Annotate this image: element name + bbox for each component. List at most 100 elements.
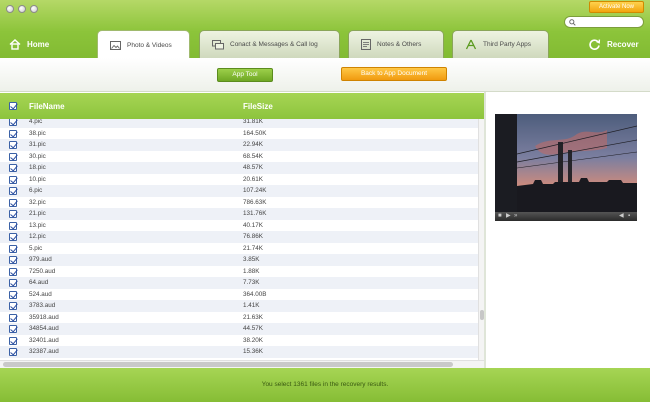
tab-third-party-apps[interactable]: Third Party Apps [452, 30, 549, 58]
file-size: 21.63K [243, 313, 263, 321]
table-row[interactable]: 979.aud 3.85K [0, 254, 478, 266]
row-checkbox[interactable] [9, 164, 17, 172]
recover-button[interactable]: Recover [582, 30, 650, 58]
row-checkbox[interactable] [9, 244, 17, 253]
photo-icon [110, 40, 121, 50]
file-size: 164.50K [243, 129, 267, 137]
pane-divider [484, 92, 486, 368]
file-name: 18.pic [29, 164, 46, 171]
toolbar [0, 58, 650, 92]
horizontal-scrollbar[interactable] [0, 360, 484, 368]
forward-icon[interactable]: » [514, 213, 517, 220]
file-size: 44.57K [243, 325, 263, 332]
tab-contacts-messages[interactable]: Conact & Messages & Call log [199, 30, 340, 58]
table-row[interactable]: 18.pic 48.57K [0, 162, 478, 174]
row-checkbox[interactable] [9, 290, 17, 299]
table-row[interactable]: 10.pic 20.61K [0, 173, 478, 185]
file-size: 1.41K [243, 302, 260, 309]
search-input[interactable] [564, 16, 644, 28]
file-name: 6.pic [29, 187, 43, 194]
column-filesize[interactable]: FileSize [243, 102, 273, 111]
top-header: Activate Now Home Photo & Videos Conact … [0, 0, 650, 59]
file-size: 48.57K [243, 164, 263, 171]
row-checkbox[interactable] [9, 325, 17, 333]
close-window-icon[interactable] [6, 5, 14, 13]
file-size: 68.54K [243, 152, 263, 160]
tab-label: Photo & Videos [127, 41, 172, 49]
file-size: 107.24K [243, 187, 267, 194]
tab-label: Notes & Others [377, 41, 422, 48]
table-row[interactable]: 64.aud 7.73K [0, 277, 478, 289]
row-checkbox[interactable] [9, 221, 17, 230]
column-filename[interactable]: FileName [29, 102, 65, 111]
file-name: 32387.aud [29, 348, 59, 355]
table-row[interactable]: 32401.aud 38.20K [0, 334, 478, 346]
row-checkbox[interactable] [9, 256, 17, 264]
table-row[interactable]: 32.pic 786.63K [0, 196, 478, 208]
zoom-window-icon[interactable] [30, 5, 38, 13]
file-name: 979.aud [29, 256, 52, 263]
table-row[interactable]: 30.pic 68.54K [0, 150, 478, 162]
home-label: Home [27, 39, 50, 49]
file-name: 21.pic [29, 210, 46, 217]
table-row[interactable]: 34854.aud 44.57K [0, 323, 478, 335]
row-checkbox[interactable] [9, 313, 17, 322]
table-row[interactable]: 35918.aud 21.63K [0, 311, 478, 323]
table-row[interactable]: 32387.aud 15.36K [0, 346, 478, 358]
horizontal-scroll-thumb[interactable] [3, 362, 453, 367]
file-name: 32401.aud [29, 336, 59, 344]
stop-icon[interactable]: ■ [498, 213, 502, 220]
table-row[interactable]: 38.pic 164.50K [0, 127, 478, 139]
back-to-app-document-button[interactable]: Back to App Document [341, 67, 447, 81]
video-preview[interactable]: ■ ▶ » ◀ ▪ [495, 114, 637, 221]
select-all-checkbox[interactable] [9, 102, 17, 110]
row-checkbox[interactable] [9, 233, 17, 241]
video-controls: ■ ▶ » ◀ ▪ [495, 212, 637, 221]
row-checkbox[interactable] [9, 302, 17, 310]
fullscreen-icon[interactable]: ▪ [628, 213, 630, 220]
preview-image [495, 114, 637, 212]
activate-now-button[interactable]: Activate Now [589, 1, 644, 13]
file-name: 3783.aud [29, 302, 56, 309]
file-size: 76.86K [243, 233, 263, 240]
row-checkbox[interactable] [9, 267, 17, 276]
table-row[interactable]: 21.pic 131.76K [0, 208, 478, 220]
file-size: 7.73K [243, 279, 260, 286]
row-checkbox[interactable] [9, 141, 17, 149]
row-checkbox[interactable] [9, 119, 17, 126]
file-name: 30.pic [29, 152, 46, 160]
app-tool-button[interactable]: App Tool [217, 68, 273, 82]
table-row[interactable]: 12.pic 76.86K [0, 231, 478, 243]
tab-photo-videos[interactable]: Photo & Videos [97, 30, 190, 59]
file-size: 40.17K [243, 221, 263, 229]
table-row[interactable]: 5.pic 21.74K [0, 242, 478, 254]
row-checkbox[interactable] [9, 152, 17, 161]
row-checkbox[interactable] [9, 187, 17, 195]
row-checkbox[interactable] [9, 129, 17, 138]
table-row[interactable]: 13.pic 40.17K [0, 219, 478, 231]
minimize-window-icon[interactable] [18, 5, 26, 13]
table-row[interactable]: 7250.aud 1.88K [0, 265, 478, 277]
volume-icon[interactable]: ◀ [619, 213, 624, 220]
table-row[interactable]: 524.aud 364.00B [0, 288, 478, 300]
row-checkbox[interactable] [9, 210, 17, 218]
table-row[interactable]: 6.pic 107.24K [0, 185, 478, 197]
home-button[interactable]: Home [0, 30, 72, 58]
notes-icon [361, 39, 371, 50]
table-row[interactable]: 3783.aud 1.41K [0, 300, 478, 312]
tab-notes-others[interactable]: Notes & Others [348, 30, 444, 58]
file-table-header: FileName FileSize [0, 93, 484, 119]
file-size: 22.94K [243, 141, 263, 148]
row-checkbox[interactable] [9, 198, 17, 207]
table-row[interactable]: 4.pic 31.81K [0, 119, 478, 128]
apps-icon [465, 39, 477, 50]
play-icon[interactable]: ▶ [506, 213, 511, 220]
table-row[interactable]: 31.pic 22.94K [0, 139, 478, 151]
file-size: 15.36K [243, 348, 263, 355]
file-name: 31.pic [29, 141, 46, 148]
row-checkbox[interactable] [9, 348, 17, 356]
file-name: 4.pic [29, 119, 43, 125]
row-checkbox[interactable] [9, 175, 17, 184]
row-checkbox[interactable] [9, 336, 17, 345]
row-checkbox[interactable] [9, 279, 17, 287]
